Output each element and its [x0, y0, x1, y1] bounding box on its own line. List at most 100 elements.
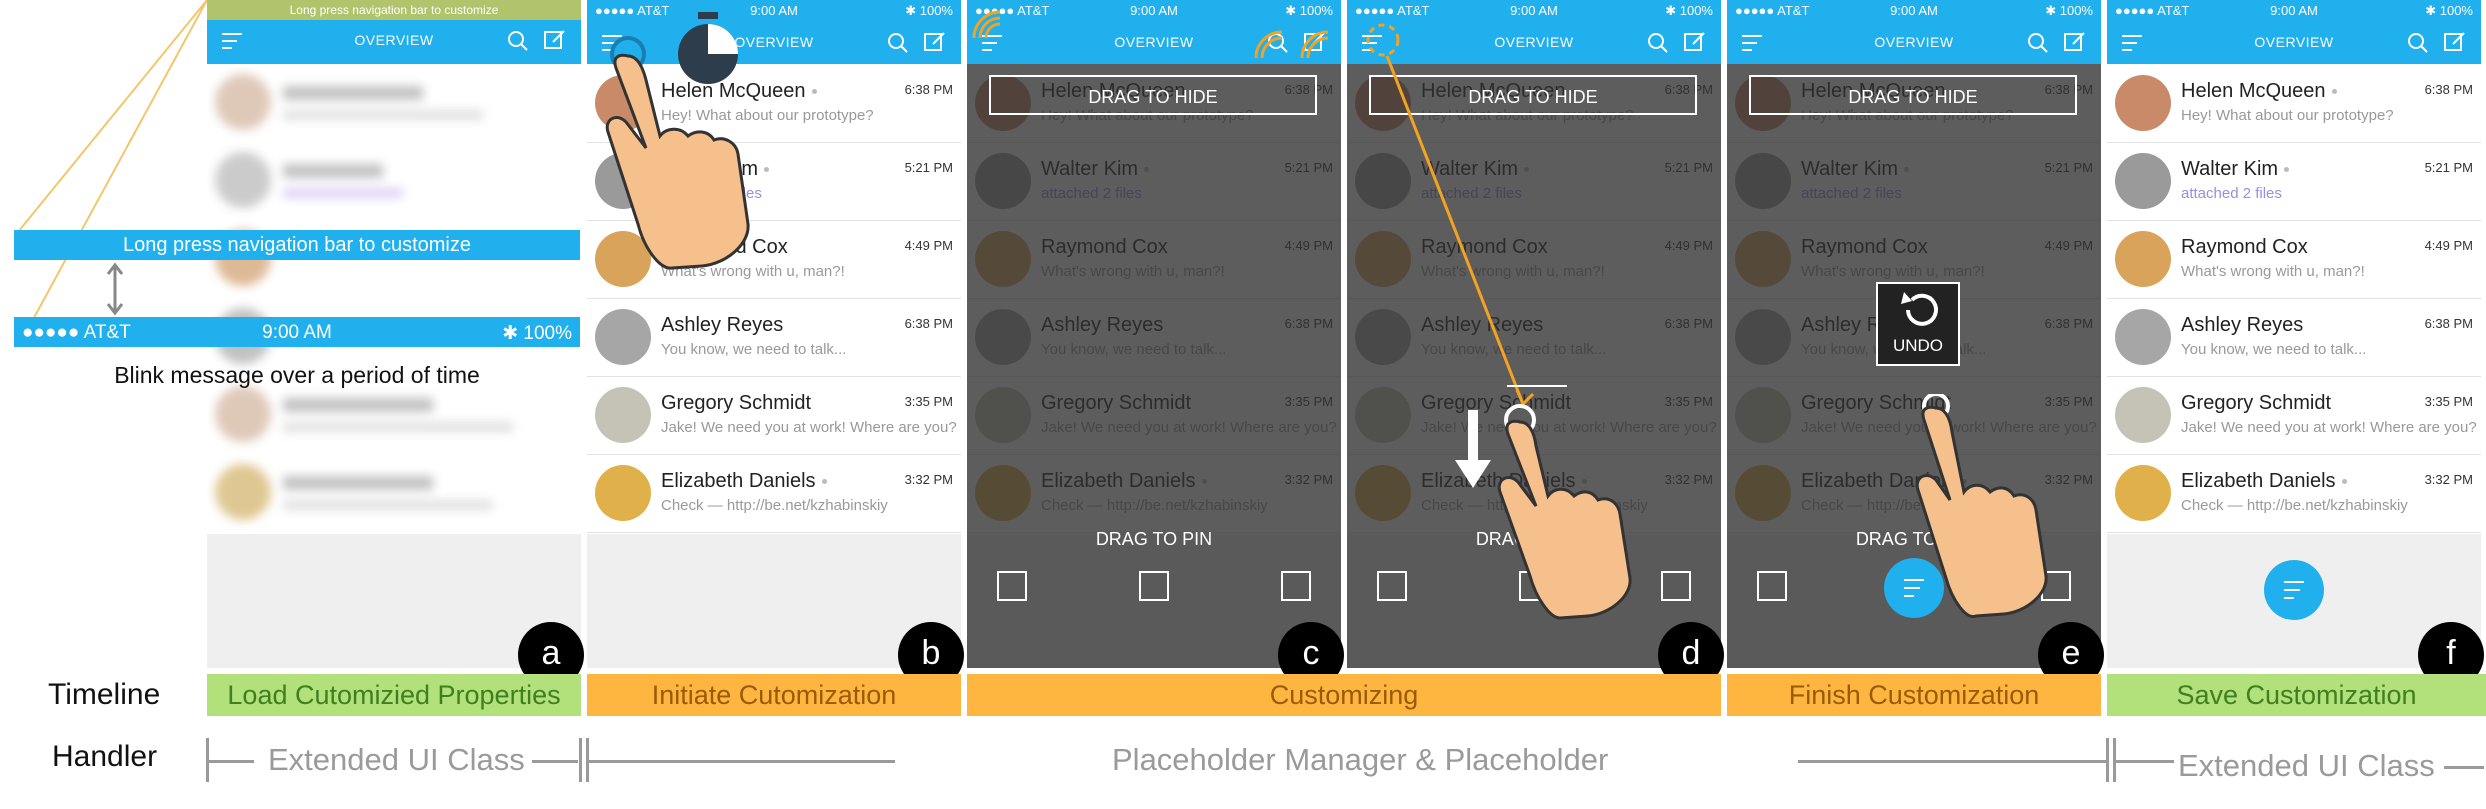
timeline-label: Timeline: [48, 678, 161, 711]
search-icon[interactable]: [887, 32, 909, 54]
message-time: 6:38 PM: [2424, 316, 2473, 331]
hand-pointer-icon: [600, 34, 780, 274]
online-dot: [2341, 479, 2347, 485]
drag-to-pin-label: DRAG TO PIN: [1095, 529, 1213, 549]
battery-label: ✱ 100%: [2045, 3, 2093, 18]
status-bar: ●●●●● AT&T 9:00 AM ✱ 100%: [2107, 0, 2481, 22]
contact-row[interactable]: Elizabeth Daniels Check — http://be.net/…: [587, 454, 961, 533]
zoom-time: 9:00 AM: [262, 322, 332, 343]
message-time: 3:32 PM: [2424, 472, 2473, 487]
message-time: 6:38 PM: [904, 316, 953, 331]
panel-a-navbar[interactable]: OVERVIEW: [207, 20, 581, 64]
avatar: [595, 387, 651, 443]
contact-name: Helen McQueen: [2181, 80, 2337, 103]
panel-a-top-banner: Long press navigation bar to customize: [207, 0, 581, 20]
message-preview: Jake! We need you at work! Where are you…: [2181, 419, 2477, 436]
battery-label: ✱ 100%: [2425, 3, 2473, 18]
contact-row[interactable]: Raymond Cox What's wrong with u, man?! 4…: [2107, 220, 2481, 299]
callout-arrow: [100, 262, 130, 316]
stage-load: Load Cutomizied Properties: [207, 674, 581, 716]
avatar: [2115, 153, 2171, 209]
panel-f-phone: ●●●●● AT&T 9:00 AM ✱ 100% OVERVIEW Helen…: [2107, 0, 2481, 668]
stage-initiate: Initiate Cutomization: [587, 674, 961, 716]
message-time: 3:35 PM: [904, 394, 953, 409]
contact-name: Gregory Schmidt: [2181, 392, 2332, 414]
message-time: 5:21 PM: [2424, 160, 2473, 175]
hand-pointer-icon: [1490, 400, 1660, 620]
message-preview: You know, we need to talk...: [661, 341, 847, 358]
pin-slot[interactable]: [1281, 571, 1311, 601]
online-dot: [2284, 167, 2290, 173]
contact-row[interactable]: Gregory Schmidt Jake! We need you at wor…: [587, 376, 961, 455]
stage-finish: Finish Customization: [1727, 674, 2101, 716]
contact-name: Walter Kim: [2181, 158, 2290, 181]
handler-placeholder-manager: Placeholder Manager & Placeholder: [1112, 742, 1609, 777]
message-time: 6:38 PM: [2424, 82, 2473, 97]
message-time: 5:21 PM: [904, 160, 953, 175]
avatar: [2115, 231, 2171, 287]
compose-icon[interactable]: [2063, 30, 2087, 54]
undo-button[interactable]: UNDO: [1876, 282, 1960, 366]
handler-line: [2116, 760, 2174, 763]
message-time: 3:32 PM: [904, 472, 953, 487]
compose-icon[interactable]: [2443, 30, 2467, 54]
hand-pointer-icon: [1914, 392, 2084, 624]
avatar: [2115, 75, 2171, 131]
contact-row[interactable]: Ashley Reyes You know, we need to talk..…: [2107, 298, 2481, 377]
avatar: [2115, 465, 2171, 521]
avatar: [595, 465, 651, 521]
contact-row[interactable]: Walter Kim attached 2 files 5:21 PM: [2107, 142, 2481, 221]
navigation-bar[interactable]: OVERVIEW: [1727, 22, 2101, 64]
search-icon[interactable]: [2027, 32, 2049, 54]
message-preview: What's wrong with u, man?!: [2181, 263, 2365, 280]
message-time: 4:49 PM: [904, 238, 953, 253]
pin-slot[interactable]: [1139, 571, 1169, 601]
avatar: [595, 309, 651, 365]
drag-to-hide-zone[interactable]: DRAG TO HIDE: [1749, 75, 2077, 115]
blurred-list: [207, 64, 581, 534]
contact-row[interactable]: Elizabeth Daniels Check — http://be.net/…: [2107, 454, 2481, 533]
handler-tick: [2106, 738, 2109, 782]
handler-extended-ui-2: Extended UI Class: [2178, 748, 2435, 783]
message-preview: attached 2 files: [2181, 185, 2282, 202]
contact-row[interactable]: Gregory Schmidt Jake! We need you at wor…: [2107, 376, 2481, 455]
status-bar: ●●●●● AT&T 9:00 AM ✱ 100%: [1727, 0, 2101, 22]
drag-to-hide-zone[interactable]: DRAG TO HIDE: [989, 75, 1317, 115]
navigation-bar[interactable]: OVERVIEW: [2107, 22, 2481, 64]
customization-overlay: DRAG TO HIDE DRAG TO PIN: [967, 64, 1341, 668]
contact-name: Raymond Cox: [2181, 236, 2308, 258]
pinned-menu-button[interactable]: [2264, 560, 2324, 620]
pin-slot[interactable]: [1757, 571, 1787, 601]
search-icon[interactable]: [507, 30, 529, 52]
search-icon[interactable]: [2407, 32, 2429, 54]
panel-c-phone: ●●●●● AT&T 9:00 AM ✱ 100% OVERVIEW Helen…: [967, 0, 1341, 668]
contact-name: Ashley Reyes: [661, 314, 784, 336]
message-preview: Hey! What about our prototype?: [2181, 107, 2394, 124]
message-preview: Check — http://be.net/kzhabinskiy: [661, 497, 888, 514]
status-bar: ●●●●● AT&T 9:00 AM ✱ 100%: [587, 0, 961, 22]
online-dot: [821, 479, 827, 485]
handler-line: [208, 760, 254, 763]
battery-label: ✱ 100%: [905, 3, 953, 18]
contact-name: Elizabeth Daniels: [2181, 470, 2347, 493]
callout-banner: Long press navigation bar to customize: [14, 230, 580, 260]
handler-extended-ui-1: Extended UI Class: [268, 742, 525, 777]
message-preview: You know, we need to talk...: [2181, 341, 2367, 358]
contact-row[interactable]: Helen McQueen Hey! What about our protot…: [2107, 64, 2481, 143]
compose-icon[interactable]: [923, 30, 947, 54]
avatar: [2115, 309, 2171, 365]
handler-line: [532, 760, 578, 763]
blink-caption: Blink message over a period of time: [114, 362, 480, 388]
pin-slot[interactable]: [997, 571, 1027, 601]
wave-icon: [1250, 8, 1340, 68]
contact-row[interactable]: Ashley Reyes You know, we need to talk..…: [587, 298, 961, 377]
online-dot: [2331, 89, 2337, 95]
stage-save: Save Customization: [2107, 674, 2486, 716]
message-preview: Check — http://be.net/kzhabinskiy: [2181, 497, 2408, 514]
menu-icon: [2284, 581, 2304, 599]
contact-name: Elizabeth Daniels: [661, 470, 827, 493]
callout-status-bar: ●●●●● AT&T 9:00 AM ✱ 100%: [14, 317, 580, 347]
compose-icon[interactable]: [543, 28, 567, 52]
message-time: 3:35 PM: [2424, 394, 2473, 409]
message-preview: Jake! We need you at work! Where are you…: [661, 419, 957, 436]
